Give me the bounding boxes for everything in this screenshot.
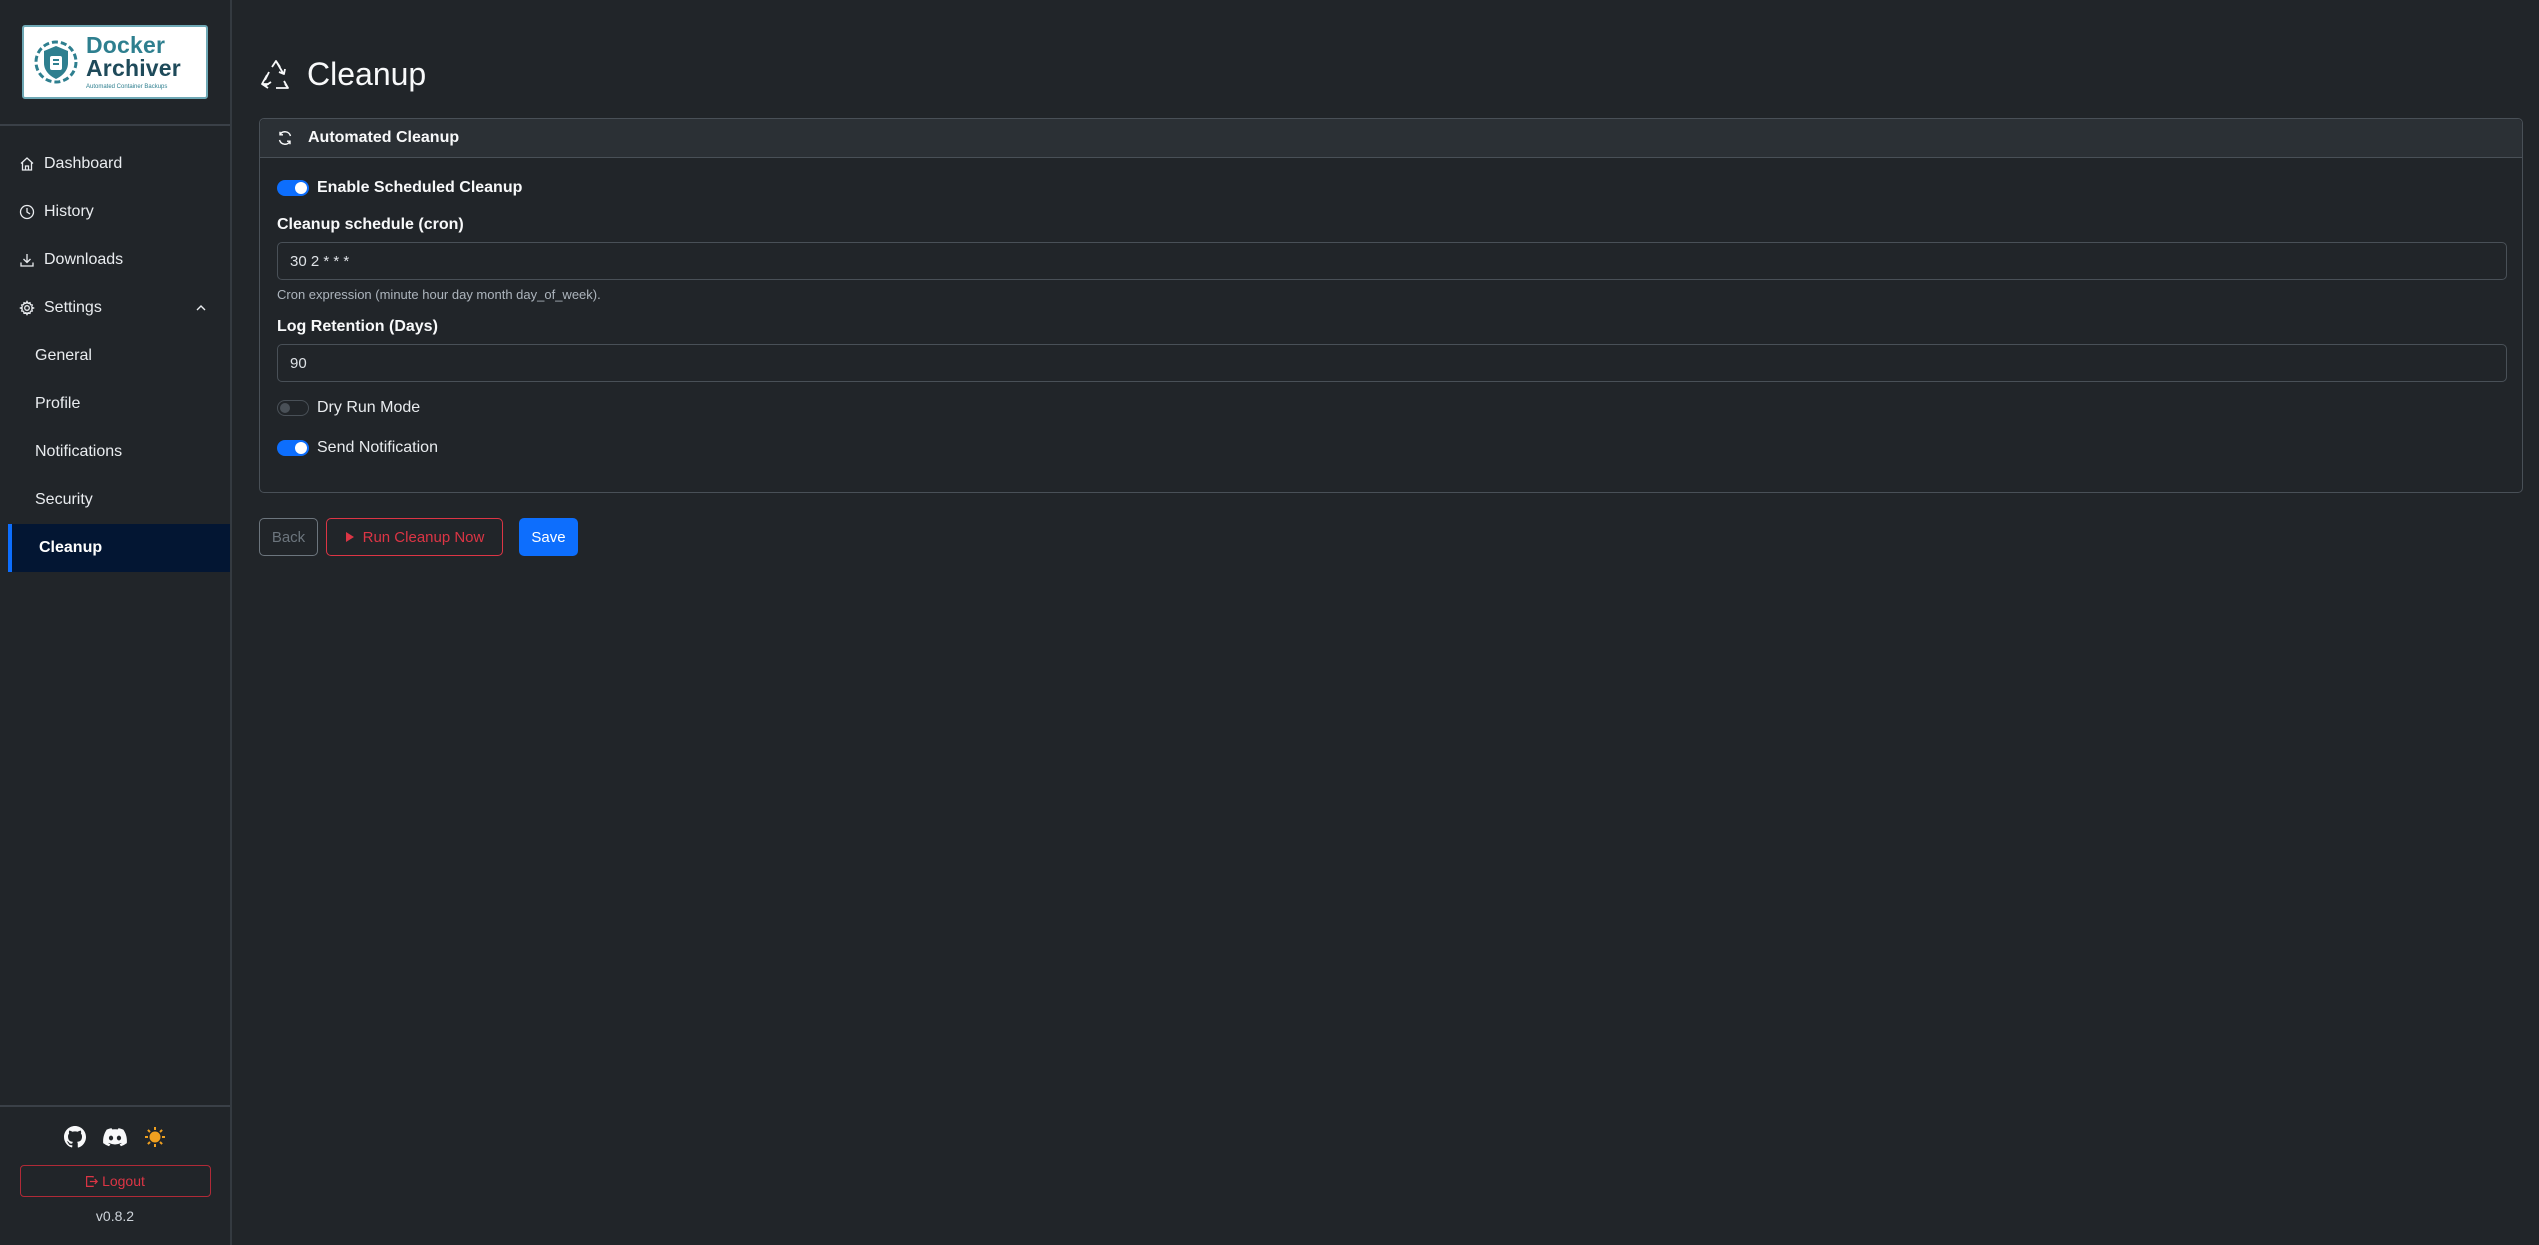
sidebar-item-label: Security xyxy=(35,491,93,508)
send-notification-label: Send Notification xyxy=(317,439,438,456)
sidebar-item-cleanup[interactable]: Cleanup xyxy=(8,524,230,572)
dry-run-row: Dry Run Mode xyxy=(277,396,2505,420)
action-buttons: Back Run Cleanup Now Save xyxy=(259,518,578,556)
clock-icon xyxy=(19,204,35,220)
dry-run-toggle[interactable] xyxy=(277,400,309,416)
page-title: Cleanup xyxy=(307,56,427,92)
back-button[interactable]: Back xyxy=(259,518,318,556)
sidebar: Docker Archiver Automated Container Back… xyxy=(0,0,232,1245)
logout-button[interactable]: Logout xyxy=(19,1165,211,1197)
refresh-icon xyxy=(278,131,292,145)
logout-label: Logout xyxy=(102,1173,145,1189)
logo-line2: Archiver xyxy=(86,55,181,81)
logout-icon xyxy=(86,1175,99,1187)
logo-area: Docker Archiver Automated Container Back… xyxy=(0,0,230,126)
sidebar-item-label: General xyxy=(35,347,92,364)
app-logo[interactable]: Docker Archiver Automated Container Back… xyxy=(22,25,208,99)
run-cleanup-label: Run Cleanup Now xyxy=(362,528,485,546)
log-retention-input[interactable] xyxy=(277,344,2507,382)
retention-label: Log Retention (Days) xyxy=(277,318,438,335)
send-notification-toggle[interactable] xyxy=(277,440,309,456)
cron-schedule-input[interactable] xyxy=(277,242,2507,280)
logo-line1: Docker xyxy=(86,32,166,58)
cleanup-card: Automated Cleanup Enable Scheduled Clean… xyxy=(259,118,2523,493)
back-button-label: Back xyxy=(271,528,306,546)
sidebar-item-history[interactable]: History xyxy=(0,188,230,236)
enable-cleanup-toggle[interactable] xyxy=(277,180,309,196)
card-header: Automated Cleanup xyxy=(260,119,2522,158)
sidebar-item-label: Profile xyxy=(35,395,81,412)
sidebar-item-dashboard[interactable]: Dashboard xyxy=(0,140,230,188)
sidebar-item-notifications[interactable]: Notifications xyxy=(0,428,230,476)
sidebar-item-label: History xyxy=(44,203,94,220)
enable-cleanup-label: Enable Scheduled Cleanup xyxy=(317,179,523,196)
logo-tagline: Automated Container Backups xyxy=(86,84,168,90)
shield-logo-icon xyxy=(34,40,78,84)
chevron-up-icon[interactable] xyxy=(194,301,208,315)
run-cleanup-button[interactable]: Run Cleanup Now xyxy=(326,518,503,556)
sidebar-footer: Logout v0.8.2 xyxy=(0,1105,230,1245)
sidebar-item-settings[interactable]: Settings xyxy=(0,284,230,332)
schedule-label: Cleanup schedule (cron) xyxy=(277,216,464,233)
sidebar-item-label: Downloads xyxy=(44,251,124,268)
gear-icon xyxy=(19,300,35,316)
home-icon xyxy=(20,157,34,171)
discord-icon[interactable] xyxy=(103,1125,127,1149)
sidebar-item-label: Notifications xyxy=(35,443,123,460)
play-icon xyxy=(345,532,354,542)
version-label: v0.8.2 xyxy=(95,1208,135,1224)
sidebar-item-general[interactable]: General xyxy=(0,332,230,380)
card-header-title: Automated Cleanup xyxy=(308,129,460,146)
send-notification-row: Send Notification xyxy=(277,436,2505,460)
sidebar-item-downloads[interactable]: Downloads xyxy=(0,236,230,284)
sidebar-item-label: Settings xyxy=(44,299,102,316)
page-header: Cleanup xyxy=(259,56,426,93)
download-icon xyxy=(20,254,34,267)
schedule-help-text: Cron expression (minute hour day month d… xyxy=(277,287,601,302)
sidebar-item-label: Dashboard xyxy=(44,155,123,172)
sidebar-nav: Dashboard History Downloads Settings Gen… xyxy=(0,140,230,572)
recycle-icon xyxy=(261,59,289,89)
github-icon[interactable] xyxy=(63,1125,87,1149)
enable-cleanup-row: Enable Scheduled Cleanup xyxy=(277,176,2505,200)
dry-run-label: Dry Run Mode xyxy=(317,399,421,416)
card-body: Enable Scheduled Cleanup Cleanup schedul… xyxy=(260,158,2522,478)
sidebar-item-security[interactable]: Security xyxy=(0,476,230,524)
social-links xyxy=(0,1125,230,1149)
save-button[interactable]: Save xyxy=(519,518,578,556)
sidebar-item-profile[interactable]: Profile xyxy=(0,380,230,428)
save-button-label: Save xyxy=(531,528,566,546)
theme-sun-icon[interactable] xyxy=(143,1125,167,1149)
sidebar-item-label: Cleanup xyxy=(39,539,103,556)
